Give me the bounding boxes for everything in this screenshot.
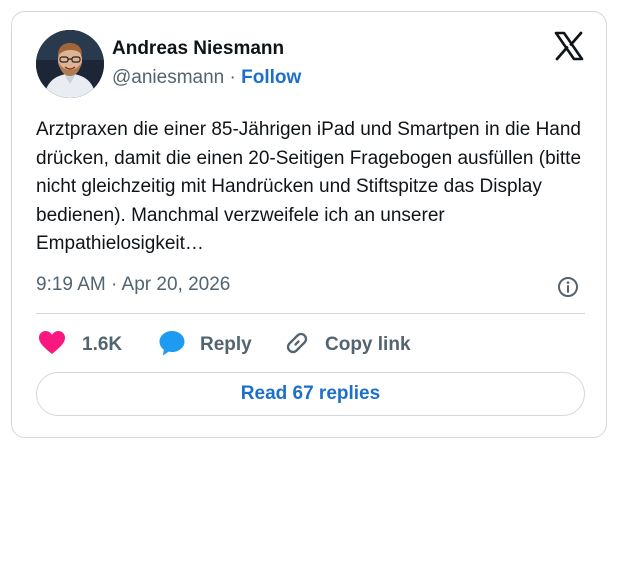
tweet-text: Arztpraxen die einer 85-Jährigen iPad un… bbox=[36, 119, 582, 254]
copy-link-button[interactable]: Copy link bbox=[283, 330, 411, 360]
author-handle-row: @aniesmann · Follow bbox=[112, 67, 301, 89]
link-icon bbox=[283, 329, 311, 362]
info-icon[interactable] bbox=[557, 276, 579, 298]
author-name[interactable]: Andreas Niesmann bbox=[112, 38, 284, 60]
heart-icon bbox=[38, 330, 66, 361]
read-replies-button[interactable]: Read 67 replies bbox=[36, 372, 585, 416]
avatar-image bbox=[36, 30, 104, 98]
like-button[interactable]: 1.6K bbox=[38, 330, 122, 360]
separator-dot: · bbox=[229, 67, 236, 88]
follow-button[interactable]: Follow bbox=[241, 67, 301, 88]
avatar[interactable] bbox=[36, 30, 104, 98]
copy-link-label: Copy link bbox=[325, 334, 411, 355]
reply-button[interactable]: Reply bbox=[158, 330, 252, 360]
divider bbox=[36, 313, 585, 314]
tweet-timestamp[interactable]: 9:19 AM · Apr 20, 2026 bbox=[36, 274, 230, 296]
tweet-card: Andreas Niesmann @aniesmann · Follow Arz… bbox=[11, 11, 607, 438]
like-count: 1.6K bbox=[82, 334, 123, 355]
reply-label: Reply bbox=[200, 334, 252, 355]
x-logo-icon[interactable] bbox=[553, 30, 585, 62]
speech-bubble-icon bbox=[158, 329, 186, 362]
author-handle[interactable]: @aniesmann bbox=[112, 67, 224, 88]
